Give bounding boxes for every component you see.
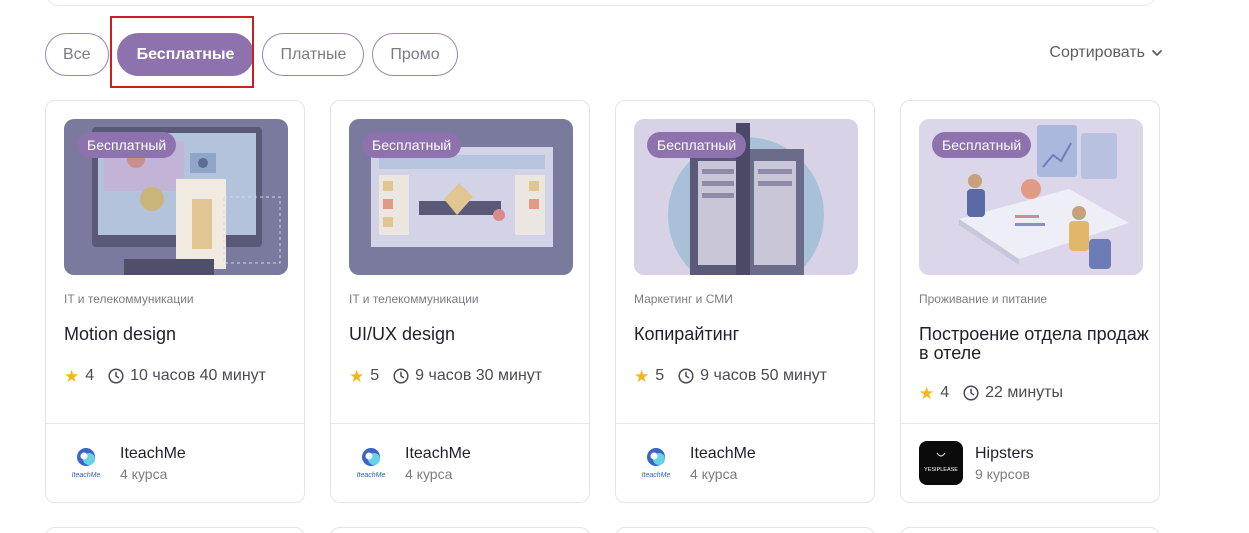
author-name: Hipsters: [975, 444, 1034, 462]
author-name: IteachMe: [405, 444, 471, 462]
course-duration: 22 минуты: [985, 384, 1063, 401]
svg-text:IteachMe: IteachMe: [642, 472, 671, 479]
course-card[interactable]: Бесплатный IT и телекоммуникации UI/UX d…: [330, 100, 590, 503]
course-thumbnail: Бесплатный: [349, 119, 573, 275]
card-divider: [616, 423, 874, 424]
chevron-down-icon: [1152, 50, 1162, 56]
author-course-count: 4 курса: [690, 465, 738, 482]
course-rating: 4: [940, 384, 950, 401]
author-course-count: 9 курсов: [975, 465, 1030, 482]
course-card-partial: [45, 527, 305, 533]
course-rating: 5: [370, 367, 380, 384]
star-icon: ★: [634, 366, 650, 386]
course-category: IT и телекоммуникации: [349, 292, 479, 306]
star-icon: ★: [919, 383, 935, 403]
iteachme-logo: IteachMe: [349, 441, 393, 485]
hipsters-logo: YESIPLEASE: [919, 441, 963, 485]
filter-promo-chip[interactable]: Промо: [372, 33, 458, 76]
course-duration: 9 часов 30 минут: [415, 367, 543, 384]
course-card[interactable]: Бесплатный Проживание и питание Построен…: [900, 100, 1160, 503]
sort-dropdown[interactable]: Сортировать: [1049, 44, 1163, 62]
search-panel-edge: [45, 0, 1157, 6]
card-divider: [901, 423, 1159, 424]
free-badge: Бесплатный: [362, 132, 462, 158]
course-title[interactable]: Motion design: [64, 325, 294, 344]
course-thumbnail: Бесплатный: [64, 119, 288, 275]
clock-icon: [678, 368, 694, 384]
author-name: IteachMe: [690, 444, 756, 462]
course-card-partial: [615, 527, 875, 533]
iteachme-logo: IteachMe: [64, 441, 108, 485]
course-meta: ★ 5 9 часов 50 минут: [634, 367, 827, 385]
course-category: Маркетинг и СМИ: [634, 292, 733, 306]
course-thumbnail: Бесплатный: [634, 119, 858, 275]
course-card[interactable]: Бесплатный IT и телекоммуникации Motion …: [45, 100, 305, 503]
course-card-partial: [900, 527, 1160, 533]
svg-text:YESIPLEASE: YESIPLEASE: [924, 467, 958, 473]
author-link[interactable]: IteachMe IteachMe 4 курса: [64, 441, 186, 485]
author-course-count: 4 курса: [405, 465, 453, 482]
course-duration: 9 часов 50 минут: [700, 367, 828, 384]
course-title[interactable]: UI/UX design: [349, 325, 579, 344]
iteachme-logo: IteachMe: [634, 441, 678, 485]
next-row-cards: [45, 527, 1160, 533]
course-duration: 10 часов 40 минут: [130, 367, 266, 384]
filter-free-chip[interactable]: Бесплатные: [116, 33, 255, 76]
filter-chips: Все Бесплатные Платные Промо: [45, 33, 458, 76]
course-meta: ★ 4 10 часов 40 минут: [64, 367, 266, 385]
clock-icon: [963, 385, 979, 401]
clock-icon: [393, 368, 409, 384]
card-divider: [46, 423, 304, 424]
course-thumbnail: Бесплатный: [919, 119, 1143, 275]
author-link[interactable]: IteachMe IteachMe 4 курса: [634, 441, 756, 485]
star-icon: ★: [349, 366, 365, 386]
course-category: IT и телекоммуникации: [64, 292, 194, 306]
clock-icon: [108, 368, 124, 384]
author-link[interactable]: YESIPLEASE Hipsters 9 курсов: [919, 441, 1034, 485]
course-title[interactable]: Копирайтинг: [634, 325, 864, 344]
course-meta: ★ 5 9 часов 30 минут: [349, 367, 542, 385]
svg-text:IteachMe: IteachMe: [357, 472, 386, 479]
sort-label: Сортировать: [1049, 44, 1145, 61]
filter-paid-chip[interactable]: Платные: [262, 33, 365, 76]
free-badge: Бесплатный: [647, 132, 747, 158]
course-card[interactable]: Бесплатный Маркетинг и СМИ Копирайтинг ★…: [615, 100, 875, 503]
star-icon: ★: [64, 366, 80, 386]
course-grid: Бесплатный IT и телекоммуникации Motion …: [45, 100, 1160, 503]
course-category: Проживание и питание: [919, 292, 1048, 306]
svg-text:IteachMe: IteachMe: [72, 472, 101, 479]
course-rating: 5: [655, 367, 665, 384]
course-rating: 4: [85, 367, 95, 384]
course-meta: ★ 4 22 минуты: [919, 384, 1063, 402]
author-name: IteachMe: [120, 444, 186, 462]
author-link[interactable]: IteachMe IteachMe 4 курса: [349, 441, 471, 485]
author-course-count: 4 курса: [120, 465, 168, 482]
free-badge: Бесплатный: [932, 132, 1032, 158]
course-title[interactable]: Построение отдела продаж в отеле: [919, 325, 1149, 363]
free-badge: Бесплатный: [77, 132, 177, 158]
filter-all-chip[interactable]: Все: [45, 33, 109, 76]
course-card-partial: [330, 527, 590, 533]
card-divider: [331, 423, 589, 424]
